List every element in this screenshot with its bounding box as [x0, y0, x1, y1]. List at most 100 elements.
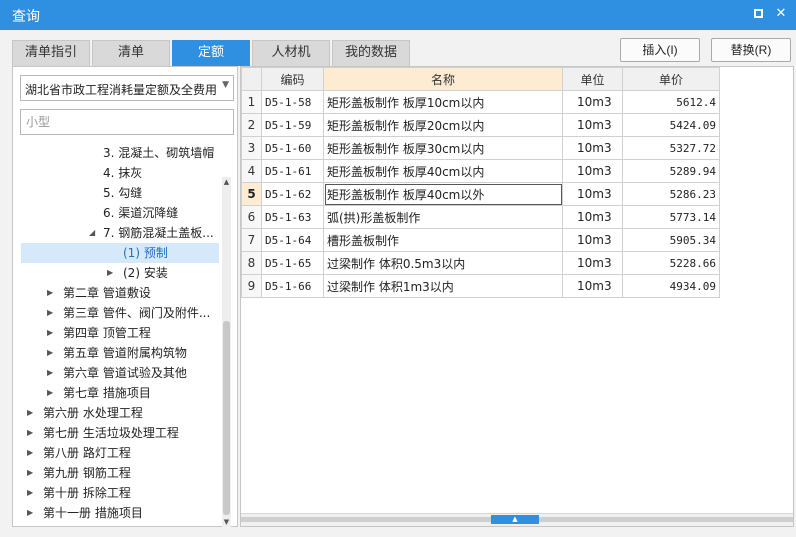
header-code[interactable]: 编码	[261, 67, 324, 91]
cell-price[interactable]: 5289.94	[622, 159, 720, 183]
tab-my-data[interactable]: 我的数据	[332, 40, 410, 66]
library-select[interactable]: 湖北省市政工程消耗量定额及全费用 ▼	[20, 75, 234, 101]
cell-name[interactable]: 过梁制作 体积0.5m3以内	[323, 251, 563, 275]
scroll-up-icon[interactable]: ▲	[222, 177, 231, 187]
expand-triangle-icon[interactable]: ▶	[47, 363, 53, 383]
cell-name[interactable]: 槽形盖板制作	[323, 228, 563, 252]
cell-price[interactable]: 5327.72	[622, 136, 720, 160]
tree-item[interactable]: 6. 渠道沉降缝	[21, 203, 219, 223]
expand-triangle-icon[interactable]: ▶	[107, 263, 113, 283]
tree-item[interactable]: 3. 混凝土、砌筑墙帽	[21, 143, 219, 163]
tree-item[interactable]: ▶ 第三章 管件、阀门及附件...	[21, 303, 219, 323]
cell-code[interactable]: D5-1-64	[261, 228, 324, 252]
cell-name[interactable]: 过梁制作 体积1m3以内	[323, 274, 563, 298]
cell-name[interactable]: 矩形盖板制作 板厚10cm以内	[323, 90, 563, 114]
close-icon[interactable]: ✕	[774, 7, 788, 21]
cell-unit[interactable]: 10m3	[562, 159, 623, 183]
tab-labor-material-machine[interactable]: 人材机	[252, 40, 330, 66]
cell-unit[interactable]: 10m3	[562, 182, 623, 206]
search-input[interactable]	[21, 110, 233, 134]
scrollbar-thumb[interactable]	[223, 321, 230, 515]
cell-unit[interactable]: 10m3	[562, 205, 623, 229]
cell-code[interactable]: D5-1-65	[261, 251, 324, 275]
tree-item[interactable]: ▶ (2) 安装	[21, 263, 219, 283]
cell-name[interactable]: 矩形盖板制作 板厚20cm以内	[323, 113, 563, 137]
expand-triangle-icon[interactable]: ▶	[47, 323, 53, 343]
expand-triangle-icon[interactable]: ▶	[27, 403, 33, 423]
table-row[interactable]: 7 D5-1-64 槽形盖板制作 10m3 5905.34	[241, 228, 720, 252]
tree-item[interactable]: ▶ 第十一册 措施项目	[21, 503, 219, 523]
cell-price[interactable]: 4934.09	[622, 274, 720, 298]
table-row[interactable]: 4 D5-1-61 矩形盖板制作 板厚40cm以内 10m3 5289.94	[241, 159, 720, 183]
header-price[interactable]: 单价	[622, 67, 720, 91]
table-row[interactable]: 6 D5-1-63 弧(拱)形盖板制作 10m3 5773.14	[241, 205, 720, 229]
tab-list[interactable]: 清单	[92, 40, 170, 66]
expand-triangle-icon[interactable]: ▶	[27, 443, 33, 463]
cell-code[interactable]: D5-1-62	[261, 182, 324, 206]
expand-triangle-icon[interactable]: ▶	[47, 383, 53, 403]
cell-price[interactable]: 5286.23	[622, 182, 720, 206]
expand-triangle-icon[interactable]: ▶	[27, 463, 33, 483]
cell-code[interactable]: D5-1-61	[261, 159, 324, 183]
cell-name[interactable]: 矩形盖板制作 板厚40cm以内	[323, 159, 563, 183]
header-name[interactable]: 名称	[323, 67, 563, 91]
insert-button[interactable]: 插入(I)	[620, 38, 700, 62]
tree-item[interactable]: 5. 勾缝	[21, 183, 219, 203]
table-row[interactable]: 1 D5-1-58 矩形盖板制作 板厚10cm以内 10m3 5612.4	[241, 90, 720, 114]
cell-unit[interactable]: 10m3	[562, 90, 623, 114]
tree-item[interactable]: ▶ 第九册 钢筋工程	[21, 463, 219, 483]
tree-item[interactable]: ▶ 第七册 生活垃圾处理工程	[21, 423, 219, 443]
cell-name[interactable]: 矩形盖板制作 板厚30cm以内	[323, 136, 563, 160]
cell-price[interactable]: 5424.09	[622, 113, 720, 137]
cell-unit[interactable]: 10m3	[562, 251, 623, 275]
grid-horizontal-scrollbar[interactable]: ▲	[241, 513, 793, 526]
tree-item[interactable]: ◢ 7. 钢筋混凝土盖板...	[21, 223, 219, 243]
cell-name-focused[interactable]: 矩形盖板制作 板厚40cm以外	[323, 182, 563, 206]
cell-unit[interactable]: 10m3	[562, 274, 623, 298]
tree-scrollbar[interactable]: ▲ ▼	[222, 177, 231, 527]
tree-item[interactable]: ▶ 第四章 顶管工程	[21, 323, 219, 343]
tree-item[interactable]: ▶ 第二章 管道敷设	[21, 283, 219, 303]
collapse-triangle-icon[interactable]: ◢	[89, 223, 95, 243]
cell-price[interactable]: 5773.14	[622, 205, 720, 229]
table-row-current[interactable]: 5 D5-1-62 矩形盖板制作 板厚40cm以外 10m3 5286.23	[241, 182, 720, 206]
tree-item[interactable]: ▶ 第八册 路灯工程	[21, 443, 219, 463]
search-box[interactable]	[20, 109, 234, 135]
table-row[interactable]: 8 D5-1-65 过梁制作 体积0.5m3以内 10m3 5228.66	[241, 251, 720, 275]
collapse-up-icon[interactable]: ▲	[491, 515, 539, 524]
maximize-icon[interactable]	[752, 7, 766, 21]
table-row[interactable]: 3 D5-1-60 矩形盖板制作 板厚30cm以内 10m3 5327.72	[241, 136, 720, 160]
cell-unit[interactable]: 10m3	[562, 228, 623, 252]
tree-item[interactable]: ▶ 第六册 水处理工程	[21, 403, 219, 423]
table-row[interactable]: 2 D5-1-59 矩形盖板制作 板厚20cm以内 10m3 5424.09	[241, 113, 720, 137]
cell-price[interactable]: 5228.66	[622, 251, 720, 275]
tab-list-guide[interactable]: 清单指引	[12, 40, 90, 66]
cell-price[interactable]: 5905.34	[622, 228, 720, 252]
expand-triangle-icon[interactable]: ▶	[47, 283, 53, 303]
tab-quota[interactable]: 定额	[172, 40, 250, 66]
cell-code[interactable]: D5-1-59	[261, 113, 324, 137]
tree-item[interactable]: ▶ 第十册 拆除工程	[21, 483, 219, 503]
cell-code[interactable]: D5-1-66	[261, 274, 324, 298]
tree-item[interactable]: ▶ 第五章 管道附属构筑物	[21, 343, 219, 363]
cell-code[interactable]: D5-1-63	[261, 205, 324, 229]
cell-name[interactable]: 弧(拱)形盖板制作	[323, 205, 563, 229]
cell-code[interactable]: D5-1-58	[261, 90, 324, 114]
scroll-down-icon[interactable]: ▼	[222, 517, 231, 527]
cell-code[interactable]: D5-1-60	[261, 136, 324, 160]
tree-item[interactable]: ▶ 第六章 管道试验及其他	[21, 363, 219, 383]
expand-triangle-icon[interactable]: ▶	[47, 343, 53, 363]
table-row[interactable]: 9 D5-1-66 过梁制作 体积1m3以内 10m3 4934.09	[241, 274, 720, 298]
header-unit[interactable]: 单位	[562, 67, 623, 91]
cell-price[interactable]: 5612.4	[622, 90, 720, 114]
expand-triangle-icon[interactable]: ▶	[47, 303, 53, 323]
cell-unit[interactable]: 10m3	[562, 136, 623, 160]
tree-item-selected[interactable]: (1) 预制	[21, 243, 219, 263]
tree-item[interactable]: ▶ 第七章 措施项目	[21, 383, 219, 403]
expand-triangle-icon[interactable]: ▶	[27, 423, 33, 443]
replace-button[interactable]: 替换(R)	[711, 38, 791, 62]
chevron-down-icon[interactable]: ▼	[222, 80, 229, 90]
cell-unit[interactable]: 10m3	[562, 113, 623, 137]
tree-item[interactable]: 4. 抹灰	[21, 163, 219, 183]
expand-triangle-icon[interactable]: ▶	[27, 483, 33, 503]
